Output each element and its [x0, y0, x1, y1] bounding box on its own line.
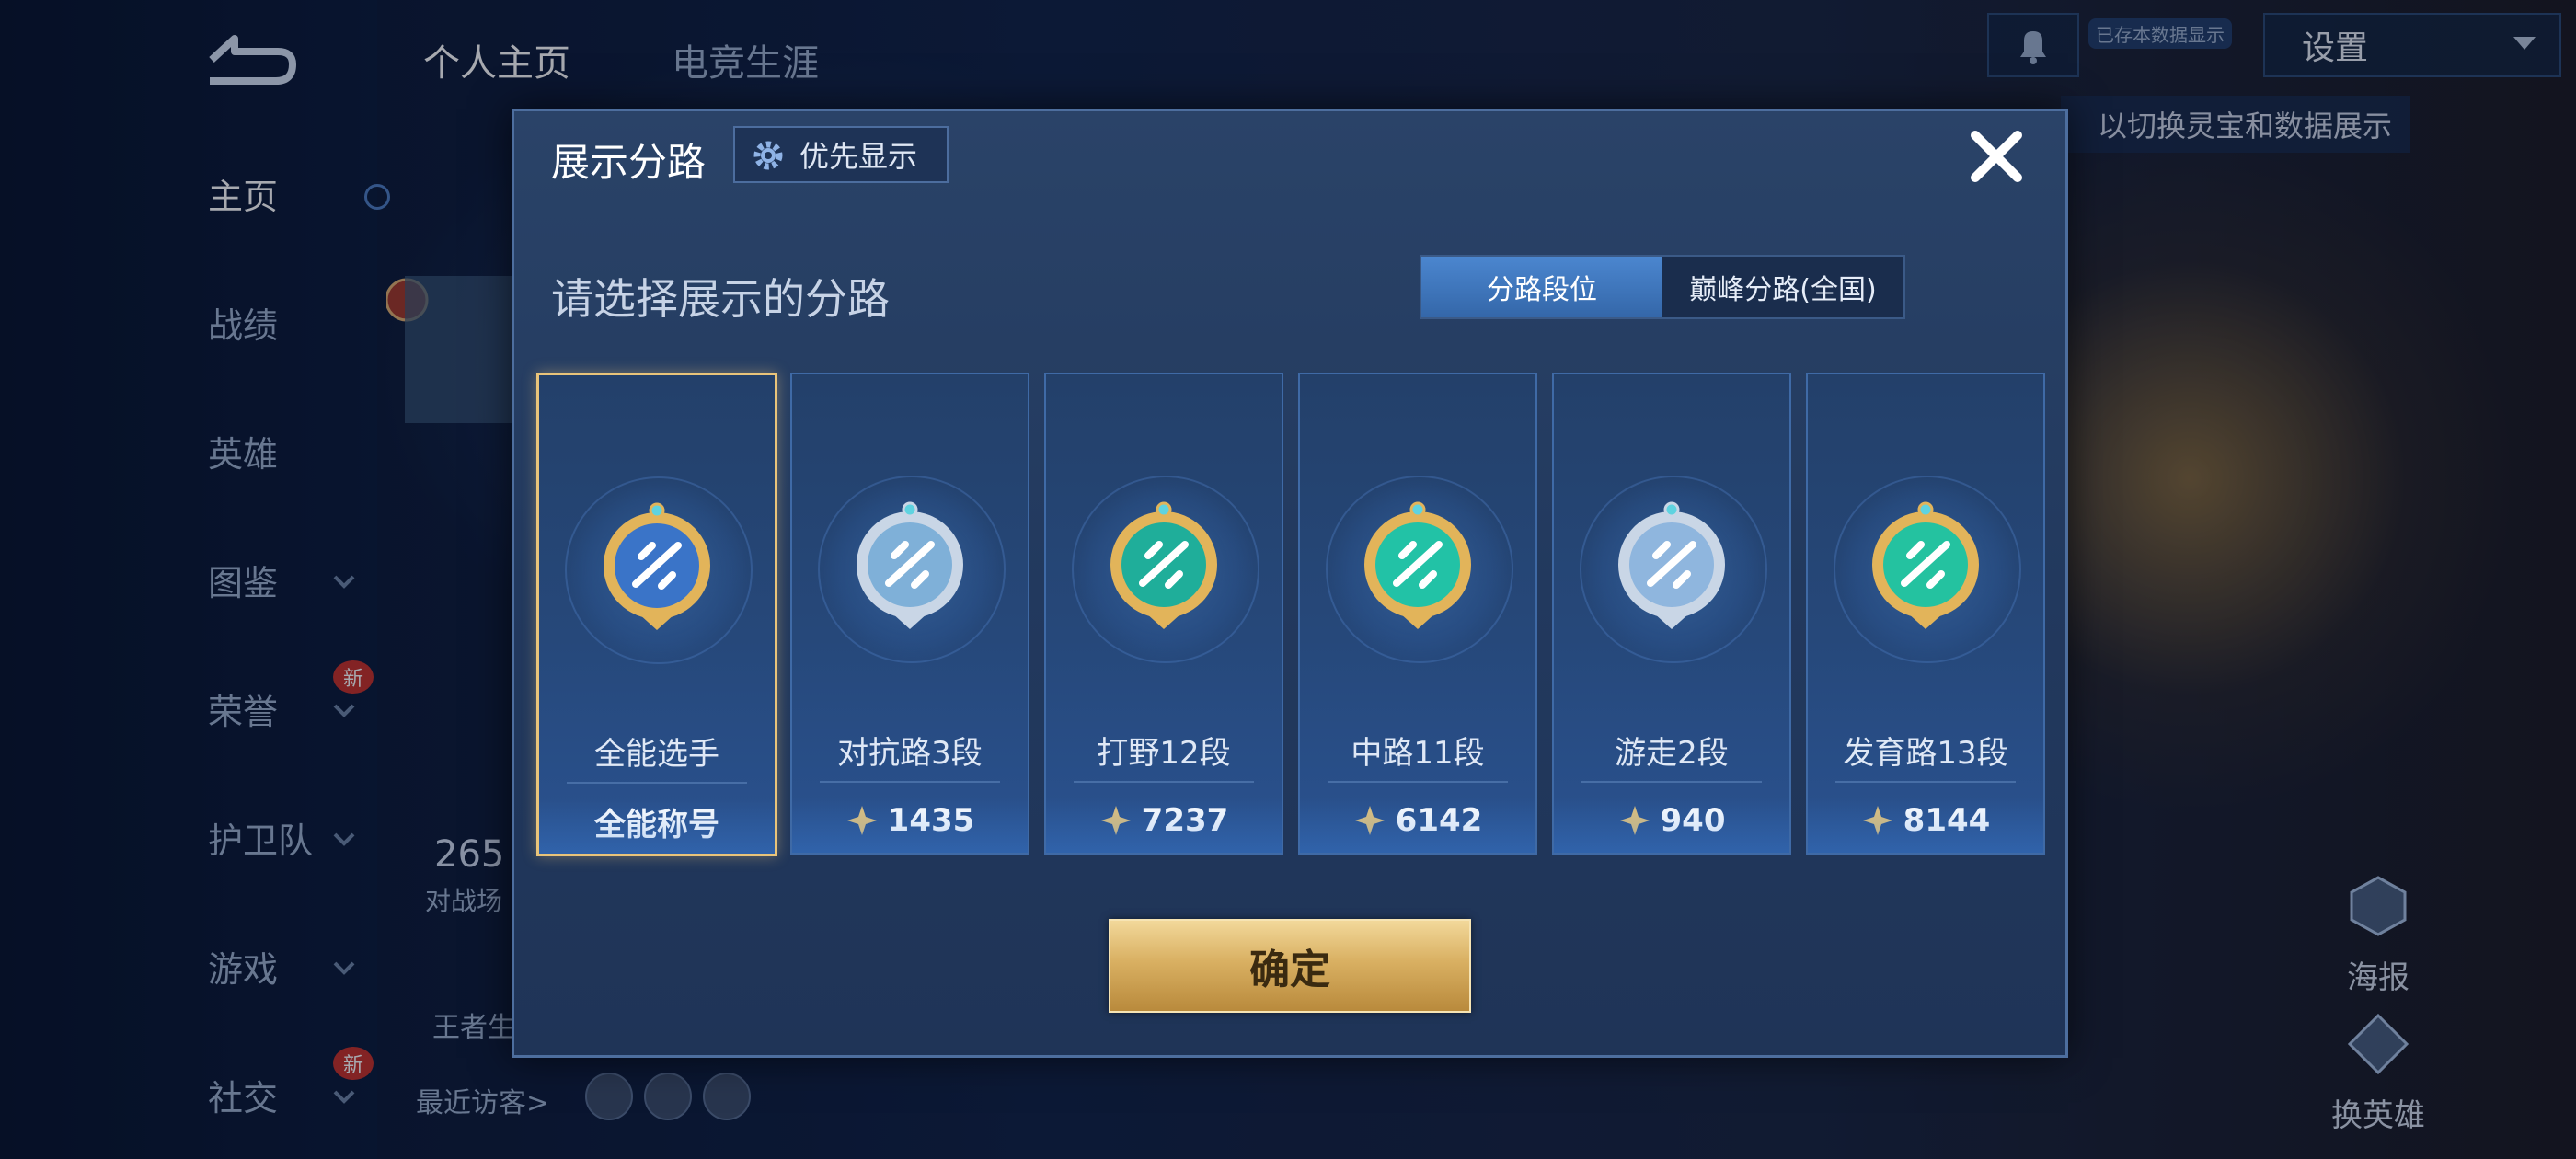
lane-display-dialog: 展示分路 优先显示 请选择展示的分路 分路段位 巅峰分路(全国) 全能选手全能称…	[512, 109, 2068, 1058]
priority-display-label: 优先显示	[799, 139, 918, 174]
all-round-emblem-icon	[604, 502, 710, 630]
tab-peak-lane-national[interactable]: 巅峰分路(全国)	[1662, 257, 1903, 317]
roam-emblem-icon	[1618, 501, 1725, 629]
dialog-title: 展示分路	[551, 140, 707, 185]
lane-card[interactable]: 发育路13段8144	[1806, 373, 2045, 855]
farm-lane-emblem-icon	[1872, 501, 1979, 629]
close-icon[interactable]	[1964, 124, 2029, 189]
card-glow	[539, 798, 775, 854]
lane-name: 发育路13段	[1843, 735, 2008, 772]
card-glow	[1808, 798, 2043, 853]
lane-name: 全能选手	[594, 736, 719, 773]
lane-card[interactable]: 游走2段940	[1552, 373, 1791, 855]
divider	[1835, 781, 2016, 783]
divider	[1074, 781, 1254, 783]
divider	[1581, 781, 1762, 783]
lane-name: 对抗路3段	[837, 735, 983, 772]
divider	[567, 782, 747, 784]
confirm-button[interactable]: 确定	[1109, 919, 1471, 1013]
jungle-emblem-icon	[1110, 501, 1217, 629]
tab-lane-rank[interactable]: 分路段位	[1421, 257, 1662, 317]
lane-name: 游走2段	[1615, 735, 1729, 772]
lane-card[interactable]: 对抗路3段1435	[790, 373, 1029, 855]
lane-name: 打野12段	[1097, 735, 1231, 772]
lane-mode-switch: 分路段位 巅峰分路(全国)	[1420, 255, 1905, 319]
mid-lane-emblem-icon	[1364, 501, 1471, 629]
card-glow	[792, 798, 1028, 853]
lane-name: 中路11段	[1351, 735, 1485, 772]
lane-card[interactable]: 中路11段6142	[1298, 373, 1537, 855]
divider	[820, 781, 1000, 783]
lane-card[interactable]: 全能选手全能称号	[536, 373, 777, 856]
clash-lane-emblem-icon	[857, 501, 963, 629]
priority-display-button[interactable]: 优先显示	[733, 126, 949, 183]
divider	[1328, 781, 1508, 783]
confirm-label: 确定	[1249, 947, 1330, 993]
card-glow	[1300, 798, 1535, 853]
dialog-subtitle: 请选择展示的分路	[551, 274, 890, 324]
gear-icon	[753, 141, 783, 170]
card-glow	[1554, 798, 1789, 853]
lane-card[interactable]: 打野12段7237	[1044, 373, 1283, 855]
card-glow	[1046, 798, 1282, 853]
